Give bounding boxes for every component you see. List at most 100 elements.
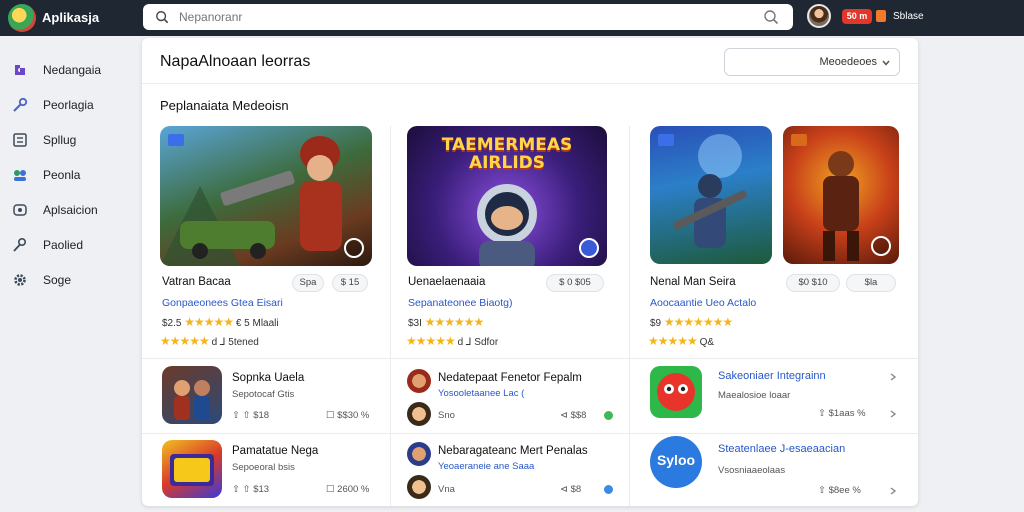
- app-thumbnail[interactable]: [162, 366, 222, 424]
- card-subtitle[interactable]: Aoocaantie Ueo Actalo: [650, 297, 756, 309]
- rating-row: ★★★★★ d ⅃ 5tened: [160, 334, 259, 348]
- list-item-meta: ⇧ ⇧ $18: [232, 410, 270, 421]
- rating-meta: Q&: [699, 337, 715, 348]
- developer-avatar[interactable]: [407, 369, 431, 393]
- dropdown-label: Meoedeoes: [819, 56, 878, 68]
- puzzle-icon: [15, 65, 25, 75]
- user-avatar[interactable]: [407, 402, 431, 426]
- hero-illustration-icon: [160, 136, 342, 266]
- price-pill[interactable]: $ 0 $05: [546, 274, 604, 292]
- user-avatar[interactable]: [407, 475, 431, 499]
- card-title[interactable]: Nenal Man Seira: [650, 276, 736, 288]
- list-item-title[interactable]: Pamatatue Nega: [232, 445, 318, 457]
- game-card-art[interactable]: [783, 126, 899, 264]
- sidebar-item-label: Aplsaicion: [43, 203, 98, 217]
- column-divider: [629, 126, 630, 506]
- card-title[interactable]: Vatran Bacaa: [162, 276, 231, 288]
- rating-row: $3I ★★★★★★: [408, 315, 485, 329]
- sidebar-item-peorlagia[interactable]: Peorlagia: [0, 91, 135, 119]
- rating-row: $2.5 ★★★★★ € 5 Mlaali: [162, 315, 279, 329]
- star-rating-icon: ★★★★★: [160, 334, 210, 348]
- user-avatar[interactable]: [807, 4, 831, 28]
- pin-icon: [13, 237, 27, 252]
- developer-avatar[interactable]: [407, 442, 431, 466]
- sidebar-item-label: Peorlagia: [43, 98, 94, 112]
- rating-meta: d ⅃ Sdfor: [457, 337, 499, 348]
- price-pill[interactable]: $ 15: [332, 274, 368, 292]
- list-item-meta: ⇧ $8ee %: [818, 485, 861, 496]
- list-item-title[interactable]: Nedatepaat Fenetor Fepalm: [438, 372, 582, 384]
- top-bar: Aplikasja 50 m Sblase: [0, 0, 1024, 36]
- sidebar-item-peonla[interactable]: Peonla: [0, 161, 135, 189]
- chat-logo-icon: [657, 373, 695, 411]
- user-name[interactable]: Sblase: [893, 11, 924, 22]
- apps-icon: [13, 204, 27, 216]
- list-item-meta: ⇧ $1aas %: [818, 408, 866, 419]
- game-card-art[interactable]: [160, 126, 372, 266]
- app-title: Aplikasja: [42, 10, 100, 25]
- chevron-right-icon[interactable]: [888, 372, 898, 382]
- sidebar-item-label: Paolied: [43, 238, 84, 252]
- app-thumbnail[interactable]: Syloo: [650, 436, 702, 488]
- list-item-subtitle: Sepoeoral bsis: [232, 462, 295, 473]
- sidebar-item-label: Peonla: [43, 168, 81, 182]
- rating-value: $9: [650, 318, 662, 329]
- sidebar-item-aplsaicion[interactable]: Aplsaicion: [0, 196, 135, 224]
- search-submit-icon[interactable]: [763, 9, 779, 25]
- app-logo-icon[interactable]: [8, 4, 36, 32]
- list-item-title[interactable]: Steatenlaee J-esaeaacian: [718, 443, 845, 455]
- list-item-subtitle: Sepotocaf Gtis: [232, 389, 295, 400]
- search-bar[interactable]: [143, 4, 793, 30]
- app-thumbnail[interactable]: [650, 366, 702, 418]
- app-thumbnail[interactable]: [162, 440, 222, 498]
- sidebar-item-spllug[interactable]: Spllug: [0, 126, 135, 154]
- star-rating-icon: ★★★★★★★: [663, 315, 733, 329]
- chevron-right-icon[interactable]: [888, 409, 898, 419]
- rating-meta: d ⅃ 5tened: [211, 337, 259, 348]
- search-input[interactable]: [179, 8, 739, 26]
- list-item-title[interactable]: Nebaragateanc Mert Penalas: [438, 445, 588, 457]
- play-button-icon[interactable]: [871, 236, 891, 256]
- card-subtitle[interactable]: Gonpaeonees Gtea Eisari: [162, 297, 283, 309]
- platform-badge-icon: [658, 134, 674, 146]
- search-icon: [156, 11, 169, 24]
- list-item-subtitle: Yosooletaanee Lac (: [438, 388, 525, 399]
- chevron-right-icon[interactable]: [888, 486, 898, 496]
- online-status-icon: [604, 485, 613, 494]
- game-logo-icon: [170, 454, 214, 486]
- star-rating-icon: ★★★★★: [648, 334, 698, 348]
- list-item-meta: ⊲ $8: [560, 484, 582, 495]
- row-divider: [142, 358, 918, 359]
- list-item-title[interactable]: Sopnka Uaela: [232, 372, 304, 384]
- sidebar-item-nedangaia[interactable]: Nedangaia: [0, 56, 135, 84]
- card-subtitle[interactable]: Sepanateonee Biaotg): [408, 297, 513, 309]
- rating-row: ★★★★★ d ⅃ Sdfor: [406, 334, 498, 348]
- platform-badge-icon: [168, 134, 184, 146]
- list-item-subtitle: Yeoaeraneie ane Saaa: [438, 461, 535, 472]
- price-pill[interactable]: $la: [846, 274, 896, 292]
- card-title[interactable]: Uenaelaenaaia: [408, 276, 485, 288]
- chevron-down-icon: [882, 60, 890, 66]
- notification-badge[interactable]: 50 m: [842, 9, 872, 24]
- sidebar-item-soge[interactable]: Soge: [0, 266, 135, 294]
- star-rating-icon: ★★★★★: [184, 315, 234, 329]
- price-pill[interactable]: Spa: [292, 274, 324, 292]
- play-button-icon[interactable]: [344, 238, 364, 258]
- game-card-art[interactable]: TAEMERMEAS AIRLIDS: [407, 126, 607, 266]
- list-item-subtitle: Vsosniaaeolaas: [718, 465, 786, 476]
- sidebar-item-paolied[interactable]: Paolied: [0, 231, 135, 259]
- star-rating-icon: ★★★★★: [406, 334, 456, 348]
- star-rating-icon: ★★★★★★: [424, 315, 485, 329]
- rating-row: ★★★★★ Q&: [648, 334, 714, 348]
- price-pill[interactable]: $0 $10: [786, 274, 840, 292]
- online-status-icon: [604, 411, 613, 420]
- list-item-meta: ☐ $$30 %: [326, 410, 370, 421]
- rating-meta: € 5 Mlaali: [235, 318, 279, 329]
- flag-icon[interactable]: [876, 10, 886, 22]
- play-button-icon[interactable]: [579, 238, 599, 258]
- sort-dropdown[interactable]: Meoedeoes: [724, 48, 900, 76]
- rating-value: $2.5: [162, 318, 182, 329]
- list-item-title[interactable]: Sakeoniaer Integrainn: [718, 370, 826, 382]
- page-title: NapaAlnoaan leorras: [160, 53, 311, 70]
- game-card-art[interactable]: [650, 126, 772, 264]
